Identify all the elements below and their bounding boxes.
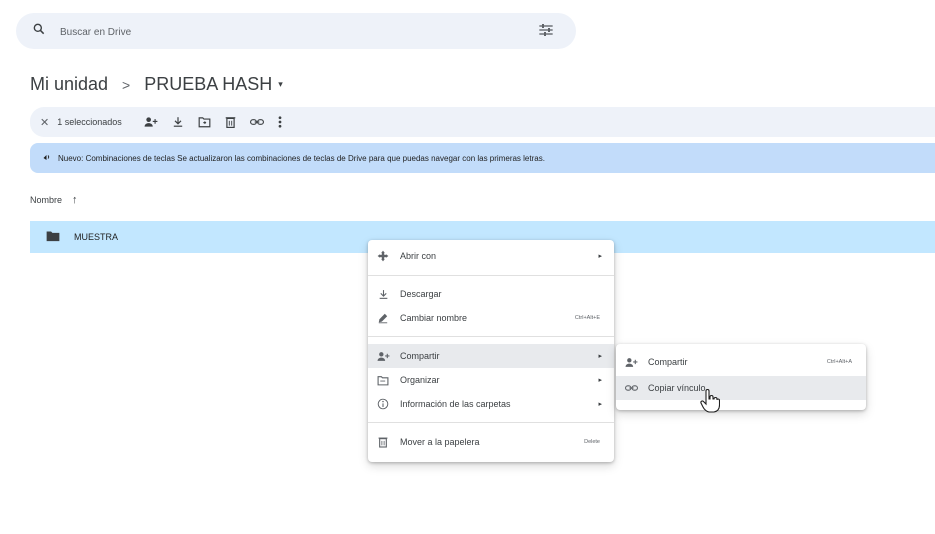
share-icon[interactable] (144, 116, 158, 128)
sort-arrow-icon[interactable]: ↑ (72, 194, 78, 206)
chevron-right-icon: ▸ (598, 353, 602, 360)
chevron-right-icon: ▸ (598, 401, 602, 408)
chevron-down-icon: ▾ (278, 79, 283, 89)
share-submenu: Compartir Ctrl+Alt+A Copiar vínculo (616, 344, 866, 410)
search-bar[interactable] (16, 13, 576, 49)
menu-item-label: Compartir (400, 351, 440, 361)
search-input[interactable] (58, 21, 502, 43)
trash-icon (376, 435, 390, 449)
selection-toolbar: ✕ 1 seleccionados (30, 107, 935, 137)
hand-cursor-icon (700, 388, 721, 418)
menu-item-open-with[interactable]: Abrir con ▸ (368, 244, 614, 268)
context-menu: Abrir con ▸ Descargar Cambiar nombre Ctr… (368, 240, 614, 462)
rename-icon (376, 311, 390, 325)
submenu-item-label: Compartir (648, 357, 688, 367)
submenu-item-share[interactable]: Compartir Ctrl+Alt+A (616, 350, 866, 374)
column-header-name[interactable]: Nombre ↑ (30, 194, 78, 206)
open-with-icon (376, 249, 390, 263)
column-header-label: Nombre (30, 195, 63, 205)
info-icon (376, 397, 390, 411)
submenu-item-copy-link[interactable]: Copiar vínculo (616, 376, 866, 400)
filter-icon[interactable] (538, 23, 554, 42)
more-vert-icon[interactable] (278, 116, 282, 128)
download-icon[interactable] (172, 116, 184, 128)
menu-item-label: Mover a la papelera (400, 437, 480, 447)
link-icon (624, 381, 638, 395)
chevron-right-icon: ▸ (598, 377, 602, 384)
breadcrumb-current[interactable]: PRUEBA HASH ▾ (144, 74, 283, 95)
selection-count: 1 seleccionados (57, 117, 122, 127)
menu-item-organize[interactable]: Organizar ▸ (368, 368, 614, 392)
breadcrumb-root[interactable]: Mi unidad (30, 74, 108, 95)
link-icon[interactable] (249, 118, 264, 126)
menu-item-label: Cambiar nombre (400, 313, 468, 323)
row-name: MUESTRA (74, 232, 119, 242)
menu-divider (368, 422, 614, 423)
notice-banner: Nuevo: Combinaciones de teclas Se actual… (30, 143, 935, 173)
menu-divider (368, 336, 614, 337)
breadcrumb-current-label: PRUEBA HASH (144, 74, 273, 94)
notice-text: Nuevo: Combinaciones de teclas Se actual… (58, 153, 545, 163)
menu-item-label: Información de las carpetas (400, 399, 511, 409)
menu-item-shortcut: Delete (584, 439, 600, 445)
keyboard-icon (42, 152, 52, 164)
share-icon (376, 349, 390, 363)
menu-item-label: Descargar (400, 289, 442, 299)
menu-item-trash[interactable]: Mover a la papelera Delete (368, 430, 614, 454)
share-icon (624, 355, 638, 369)
download-icon (376, 287, 390, 301)
breadcrumb-separator: > (122, 76, 131, 93)
menu-item-label: Abrir con (400, 251, 437, 261)
menu-item-shortcut: Ctrl+Alt+E (574, 315, 600, 321)
menu-item-share[interactable]: Compartir ▸ (368, 344, 614, 368)
move-icon[interactable] (198, 116, 211, 128)
trash-icon[interactable] (225, 116, 236, 128)
menu-item-rename[interactable]: Cambiar nombre Ctrl+Alt+E (368, 306, 614, 330)
clear-selection-button[interactable]: ✕ (40, 116, 49, 129)
organize-icon (376, 373, 390, 387)
submenu-item-label: Copiar vínculo (648, 383, 706, 393)
breadcrumb: Mi unidad > PRUEBA HASH ▾ (30, 74, 283, 95)
folder-icon (46, 230, 60, 244)
menu-item-download[interactable]: Descargar (368, 282, 614, 306)
menu-divider (368, 275, 614, 276)
chevron-right-icon: ▸ (598, 253, 602, 260)
submenu-item-shortcut: Ctrl+Alt+A (826, 359, 852, 365)
search-icon[interactable] (32, 22, 46, 41)
menu-item-label: Organizar (400, 375, 440, 385)
menu-item-folder-info[interactable]: Información de las carpetas ▸ (368, 392, 614, 416)
